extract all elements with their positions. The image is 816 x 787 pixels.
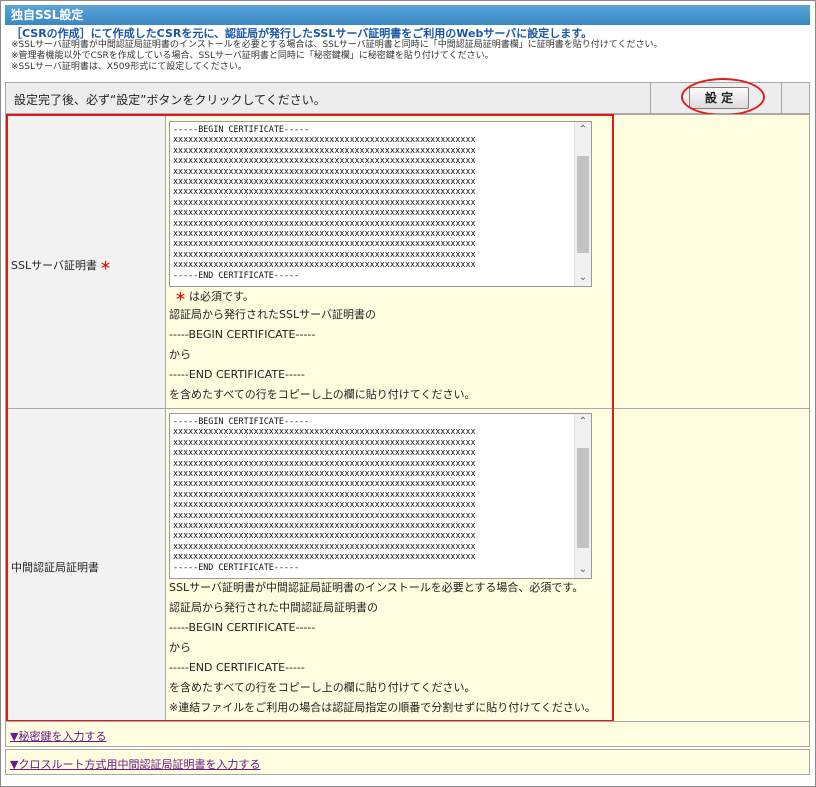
intro-note-format: ※SSLサーバ証明書は、X509形式にて設定してください。	[11, 62, 247, 72]
intermediate-cert-label-cell: 中間認証局証明書	[6, 409, 166, 721]
ssl-help-line-3: から	[169, 348, 191, 361]
required-note-text: は必須です。	[189, 290, 254, 303]
required-mark: ＊	[99, 259, 111, 272]
scroll-up-icon[interactable]: ⌃	[575, 414, 591, 430]
required-note-mark: ＊	[175, 290, 186, 303]
ssl-cert-label: SSLサーバ証明書	[11, 259, 97, 272]
ssl-cert-row: SSLサーバ証明書＊ -----BEGIN CERTIFICATE----- x…	[5, 114, 810, 409]
ssl-cert-label-wrap: SSLサーバ証明書＊	[11, 257, 111, 273]
intermediate-cert-scrollbar[interactable]: ⌃ ⌄	[574, 414, 591, 578]
set-button-cell: 設 定	[650, 82, 782, 114]
ssl-settings-panel: 独自SSL設定 ［CSRの作成］にて作成したCSRを元に、認証局が発行したSSL…	[0, 0, 816, 787]
panel-title: 独自SSL設定	[5, 5, 810, 25]
private-key-link[interactable]: ▼秘密鍵を入力する	[10, 728, 106, 744]
ssl-cert-scrollbar[interactable]: ⌃ ⌄	[574, 122, 591, 286]
intermediate-cert-label: 中間認証局証明書	[11, 561, 99, 574]
scroll-up-icon[interactable]: ⌃	[575, 122, 591, 138]
ssl-cert-textarea-content: -----BEGIN CERTIFICATE----- xxxxxxxxxxxx…	[173, 124, 476, 280]
intermediate-cert-help: SSLサーバ証明書が中間認証局証明書のインストールを必要とする場合、必須です。 …	[169, 578, 619, 718]
set-button[interactable]: 設 定	[689, 87, 749, 109]
cross-root-link[interactable]: ▼クロスルート方式用中間認証局証明書を入力する	[10, 756, 260, 772]
ssl-help-line-1: 認証局から発行されたSSLサーバ証明書の	[169, 308, 376, 321]
set-bar: 設定完了後、必ず“設定”ボタンをクリックしてください。 設 定	[5, 82, 810, 114]
ssl-help-line-4: -----END CERTIFICATE-----	[169, 368, 305, 381]
scroll-down-icon[interactable]: ⌄	[575, 562, 591, 578]
intermediate-cert-field-cell: -----BEGIN CERTIFICATE----- xxxxxxxxxxxx…	[169, 409, 809, 721]
intermediate-help-line-7: ※連結ファイルをご利用の場合は認証局指定の順番で分割せずに貼り付けてください。	[169, 701, 596, 714]
intermediate-cert-row: 中間認証局証明書 -----BEGIN CERTIFICATE----- xxx…	[5, 408, 810, 722]
intermediate-help-line-2: 認証局から発行された中間認証局証明書の	[169, 601, 378, 614]
intro-section: ［CSRの作成］にて作成したCSRを元に、認証局が発行したSSLサーバ証明書をご…	[11, 27, 811, 73]
cross-root-row: ▼クロスルート方式用中間認証局証明書を入力する	[5, 749, 810, 775]
intermediate-cert-textarea[interactable]: -----BEGIN CERTIFICATE----- xxxxxxxxxxxx…	[169, 413, 592, 579]
intermediate-help-line-3: -----BEGIN CERTIFICATE-----	[169, 621, 316, 634]
scroll-thumb[interactable]	[577, 156, 589, 253]
ssl-cert-label-cell: SSLサーバ証明書＊	[6, 115, 166, 408]
intermediate-help-line-6: を含めたすべての行をコピーし上の欄に貼り付けてください。	[169, 681, 476, 694]
required-note: ＊は必須です。	[169, 289, 619, 305]
intro-note-private-key: ※管理者機能以外でCSRを作成している場合、SSLサーバ証明書と同時に「秘密鍵欄…	[11, 51, 494, 61]
scroll-thumb[interactable]	[577, 448, 589, 548]
ssl-help-line-5: を含めたすべての行をコピーし上の欄に貼り付けてください。	[169, 388, 476, 401]
intermediate-cert-textarea-content: -----BEGIN CERTIFICATE----- xxxxxxxxxxxx…	[173, 416, 476, 572]
ssl-help-line-2: -----BEGIN CERTIFICATE-----	[169, 328, 316, 341]
intro-note-intermediate: ※SSLサーバ証明書が中間認証局証明書のインストールを必要とする場合は、SSLサ…	[11, 40, 663, 50]
ssl-cert-field-cell: -----BEGIN CERTIFICATE----- xxxxxxxxxxxx…	[169, 115, 809, 408]
ssl-cert-help: ＊は必須です。 認証局から発行されたSSLサーバ証明書の -----BEGIN …	[169, 289, 619, 405]
intermediate-help-line-4: から	[169, 641, 191, 654]
ssl-cert-textarea[interactable]: -----BEGIN CERTIFICATE----- xxxxxxxxxxxx…	[169, 121, 592, 287]
intro-lead: ［CSRの作成］にて作成したCSRを元に、認証局が発行したSSLサーバ証明書をご…	[11, 27, 593, 40]
intermediate-help-line-5: -----END CERTIFICATE-----	[169, 661, 305, 674]
private-key-row: ▼秘密鍵を入力する	[5, 721, 810, 747]
scroll-down-icon[interactable]: ⌄	[575, 270, 591, 286]
intermediate-help-line-1: SSLサーバ証明書が中間認証局証明書のインストールを必要とする場合、必須です。	[169, 581, 584, 594]
set-instruction: 設定完了後、必ず“設定”ボタンをクリックしてください。	[14, 93, 326, 107]
